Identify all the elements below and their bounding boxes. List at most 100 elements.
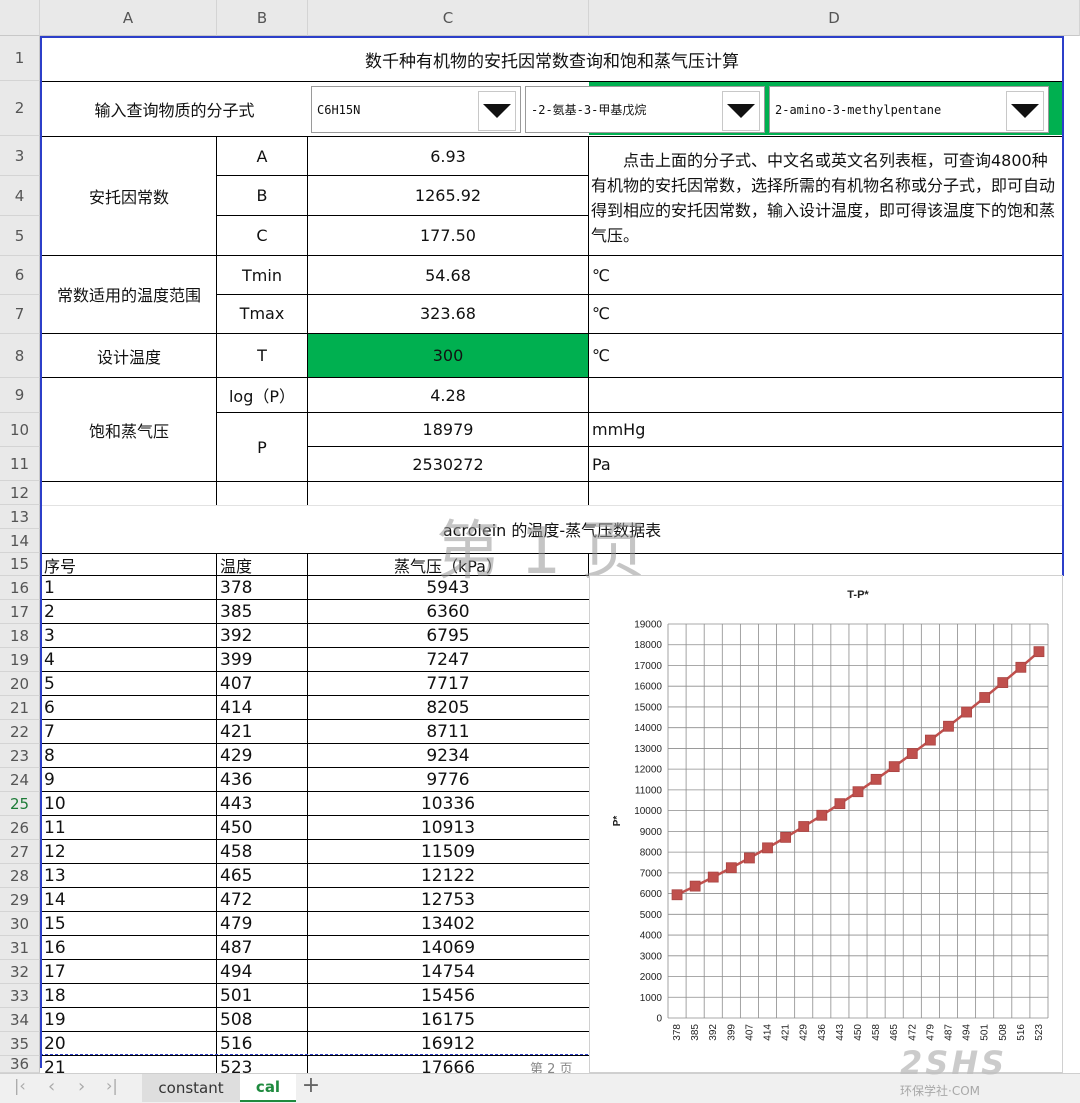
logp-value[interactable]: 4.28 bbox=[308, 378, 588, 412]
row-header-31[interactable]: 31 bbox=[0, 936, 40, 960]
row-header-13[interactable]: 13 bbox=[0, 505, 40, 529]
formula-dropdown-button[interactable] bbox=[478, 91, 516, 131]
cell-temp[interactable]: 458 bbox=[217, 840, 307, 864]
tmin-value[interactable]: 54.68 bbox=[308, 256, 588, 294]
sheet-tab-cal[interactable]: cal bbox=[240, 1074, 296, 1102]
row-header-4[interactable]: 4 bbox=[0, 176, 40, 216]
row-header-9[interactable]: 9 bbox=[0, 378, 40, 413]
cell-pressure[interactable]: 15456 bbox=[308, 984, 588, 1008]
tmax-value[interactable]: 323.68 bbox=[308, 295, 588, 332]
column-header-d[interactable]: D bbox=[589, 0, 1080, 36]
row-header-12[interactable]: 12 bbox=[0, 481, 40, 505]
row-header-24[interactable]: 24 bbox=[0, 768, 40, 792]
cell-temp[interactable]: 516 bbox=[217, 1032, 307, 1056]
cell-pressure[interactable]: 16175 bbox=[308, 1008, 588, 1032]
cell-pressure[interactable]: 11509 bbox=[308, 840, 588, 864]
row-header-21[interactable]: 21 bbox=[0, 696, 40, 720]
row-header-16[interactable]: 16 bbox=[0, 576, 40, 600]
row-header-15[interactable]: 15 bbox=[0, 553, 40, 576]
english-name-dropdown-button[interactable] bbox=[1006, 91, 1044, 131]
row-header-20[interactable]: 20 bbox=[0, 672, 40, 696]
antoine-b-value[interactable]: 1265.92 bbox=[308, 176, 588, 215]
cell-temp[interactable]: 421 bbox=[217, 720, 307, 744]
nav-first-icon[interactable]: |‹ bbox=[14, 1076, 32, 1098]
chinese-name-dropdown[interactable]: -2-氨基-3-甲基戊烷 bbox=[525, 86, 765, 133]
cell-temp[interactable]: 436 bbox=[217, 768, 307, 792]
cell-pressure[interactable]: 8205 bbox=[308, 696, 588, 720]
row-header-11[interactable]: 11 bbox=[0, 447, 40, 481]
row-header-14[interactable]: 14 bbox=[0, 529, 40, 553]
row-header-6[interactable]: 6 bbox=[0, 256, 40, 295]
cell-temp[interactable]: 429 bbox=[217, 744, 307, 768]
row-header-1[interactable]: 1 bbox=[0, 36, 40, 81]
cell-pressure[interactable]: 14754 bbox=[308, 960, 588, 984]
cell-pressure[interactable]: 6795 bbox=[308, 624, 588, 648]
cell-index[interactable]: 15 bbox=[41, 912, 216, 936]
nav-prev-icon[interactable]: ‹ bbox=[48, 1076, 66, 1098]
chart-container[interactable]: T-P* P* 0 1000 2000 3000 4000 5000 6000 7000 8000 9… bbox=[589, 575, 1063, 1073]
nav-last-icon[interactable]: ›| bbox=[106, 1076, 124, 1098]
cell-index[interactable]: 7 bbox=[41, 720, 216, 744]
cell-temp[interactable]: 501 bbox=[217, 984, 307, 1008]
cell-temp[interactable]: 392 bbox=[217, 624, 307, 648]
cell-pressure[interactable]: 13402 bbox=[308, 912, 588, 936]
cell-temp[interactable]: 465 bbox=[217, 864, 307, 888]
cell-pressure[interactable]: 7247 bbox=[308, 648, 588, 672]
column-header-a[interactable]: A bbox=[40, 0, 217, 36]
cell-temp[interactable]: 378 bbox=[217, 576, 307, 600]
row-header-18[interactable]: 18 bbox=[0, 624, 40, 648]
cell-temp[interactable]: 414 bbox=[217, 696, 307, 720]
cell-temp[interactable]: 407 bbox=[217, 672, 307, 696]
cell-index[interactable]: 5 bbox=[41, 672, 216, 696]
row-header-2[interactable]: 2 bbox=[0, 81, 40, 136]
cell-pressure[interactable]: 14069 bbox=[308, 936, 588, 960]
cell-pressure[interactable]: 12753 bbox=[308, 888, 588, 912]
cell-pressure[interactable]: 16912 bbox=[308, 1032, 588, 1056]
nav-next-icon[interactable]: › bbox=[78, 1076, 96, 1098]
cell-pressure[interactable]: 8711 bbox=[308, 720, 588, 744]
p-pa-value[interactable]: 2530272 bbox=[308, 447, 588, 481]
cell-temp[interactable]: 443 bbox=[217, 792, 307, 816]
cell-index[interactable]: 6 bbox=[41, 696, 216, 720]
cell-temp[interactable]: 494 bbox=[217, 960, 307, 984]
english-name-dropdown[interactable]: 2-amino-3-methylpentane bbox=[769, 86, 1049, 133]
add-sheet-icon[interactable]: + bbox=[300, 1074, 322, 1100]
cell-index[interactable]: 2 bbox=[41, 600, 216, 624]
column-header-b[interactable]: B bbox=[217, 0, 308, 36]
cell-temp[interactable]: 385 bbox=[217, 600, 307, 624]
row-header-10[interactable]: 10 bbox=[0, 413, 40, 447]
cell-index[interactable]: 20 bbox=[41, 1032, 216, 1056]
cell-temp[interactable]: 487 bbox=[217, 936, 307, 960]
cell-index[interactable]: 8 bbox=[41, 744, 216, 768]
antoine-c-value[interactable]: 177.50 bbox=[308, 216, 588, 255]
cell-temp[interactable]: 508 bbox=[217, 1008, 307, 1032]
p-mmhg-value[interactable]: 18979 bbox=[308, 413, 588, 446]
antoine-a-value[interactable]: 6.93 bbox=[308, 137, 588, 175]
row-header-25[interactable]: 25 bbox=[0, 792, 40, 816]
chinese-name-dropdown-button[interactable] bbox=[722, 91, 760, 131]
cell-pressure[interactable]: 12122 bbox=[308, 864, 588, 888]
cell-index[interactable]: 3 bbox=[41, 624, 216, 648]
cell-index[interactable]: 9 bbox=[41, 768, 216, 792]
row-header-35[interactable]: 35 bbox=[0, 1032, 40, 1056]
row-header-28[interactable]: 28 bbox=[0, 864, 40, 888]
row-header-22[interactable]: 22 bbox=[0, 720, 40, 744]
cell-temp[interactable]: 399 bbox=[217, 648, 307, 672]
row-header-3[interactable]: 3 bbox=[0, 136, 40, 176]
cell-index[interactable]: 18 bbox=[41, 984, 216, 1008]
row-header-29[interactable]: 29 bbox=[0, 888, 40, 912]
cell-pressure[interactable]: 10336 bbox=[308, 792, 588, 816]
row-header-19[interactable]: 19 bbox=[0, 648, 40, 672]
row-header-33[interactable]: 33 bbox=[0, 984, 40, 1008]
cell-index[interactable]: 4 bbox=[41, 648, 216, 672]
cell-index[interactable]: 1 bbox=[41, 576, 216, 600]
formula-dropdown[interactable]: C6H15N bbox=[311, 86, 521, 133]
cell-index[interactable]: 12 bbox=[41, 840, 216, 864]
column-header-c[interactable]: C bbox=[308, 0, 589, 36]
row-header-23[interactable]: 23 bbox=[0, 744, 40, 768]
cell-index[interactable]: 10 bbox=[41, 792, 216, 816]
cell-index[interactable]: 19 bbox=[41, 1008, 216, 1032]
cell-pressure[interactable]: 9234 bbox=[308, 744, 588, 768]
cell-index[interactable]: 16 bbox=[41, 936, 216, 960]
cell-temp[interactable]: 479 bbox=[217, 912, 307, 936]
